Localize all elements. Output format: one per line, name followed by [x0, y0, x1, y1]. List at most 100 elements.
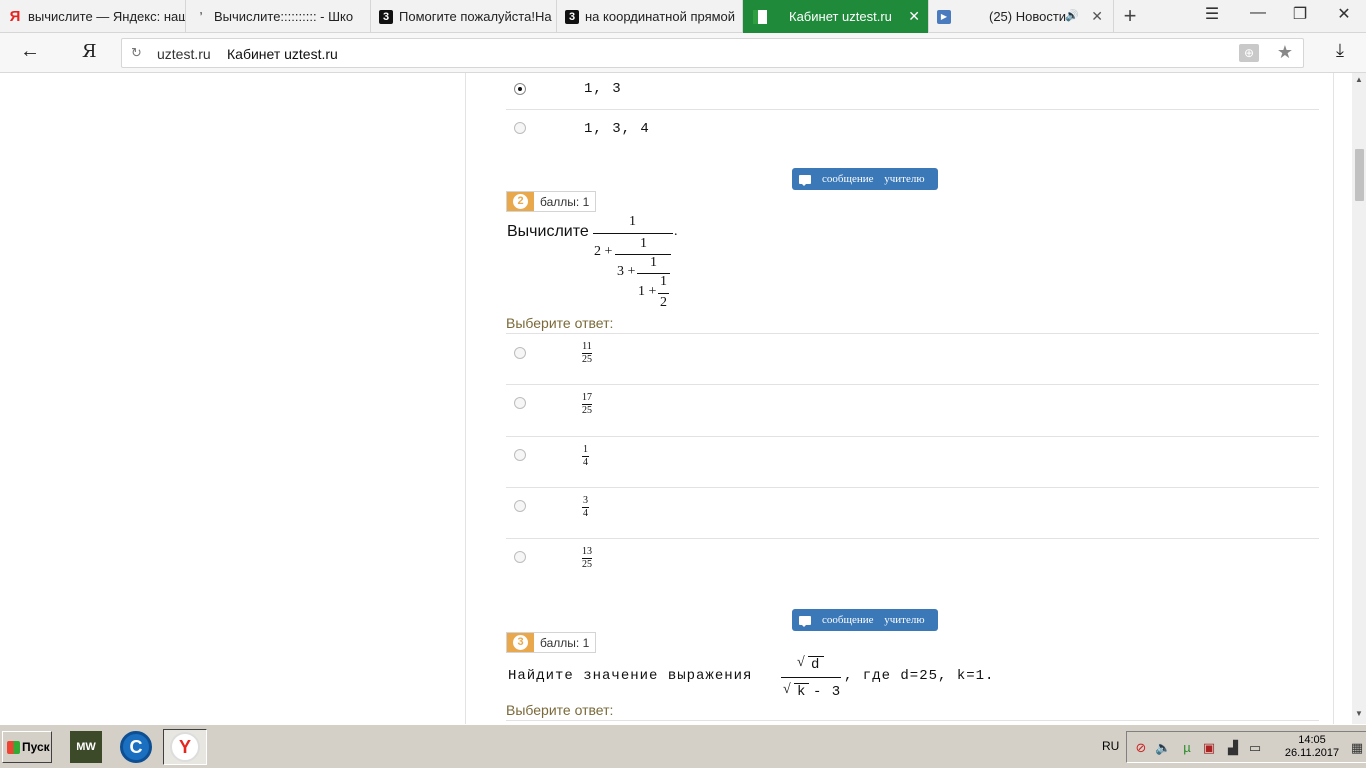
utorrent-icon[interactable]: µ	[1179, 740, 1195, 756]
volume-icon[interactable]: 🔈	[1155, 740, 1171, 756]
answer-fraction: 13 25	[582, 546, 592, 570]
show-desktop-icon[interactable]: ▦	[1349, 740, 1365, 756]
comment-icon	[799, 174, 811, 186]
system-tray: ⊘ 🔈 µ ▣ ▟ ▭ 14:05 26.11.2017 ▦	[1126, 731, 1366, 763]
windows-logo-icon	[7, 740, 20, 754]
start-label: Пуск	[22, 740, 50, 754]
tab-znanija-1[interactable]: ʼ Вычислите:::::::::: - Шко	[186, 0, 371, 33]
fraction-bar	[593, 233, 673, 234]
tab-znanija-3[interactable]: 3 на координатной прямой	[557, 0, 743, 33]
close-tab-icon[interactable]: ✕	[908, 8, 920, 25]
tab-yandex-search[interactable]: Я вычислите — Яндекс: нашл	[0, 0, 186, 33]
scroll-up-icon[interactable]: ▲	[1355, 75, 1363, 84]
language-indicator[interactable]: RU	[1102, 739, 1119, 753]
cf-numerator: 1	[650, 255, 657, 270]
question-header: 3 баллы: 1	[506, 632, 597, 653]
battery-icon[interactable]: ▭	[1247, 740, 1263, 756]
taskbar-app-yandex-browser[interactable]: Y	[163, 729, 207, 765]
navigation-bar: ← Я ↻ uztest.ru Кабинет uztest.ru ⊕ ★ ⤓	[0, 33, 1366, 73]
network-icon[interactable]: ▟	[1225, 740, 1241, 756]
answer-fraction: 11 25	[582, 341, 592, 365]
ccleaner-icon: C	[120, 731, 152, 763]
message-teacher-button[interactable]: сообщение учителю	[792, 609, 938, 631]
answer-option[interactable]: 17 25	[506, 385, 1319, 437]
answer-option[interactable]: 1, 3, 4	[506, 110, 1319, 148]
tab-uztest-active[interactable]: Кабинет uztest.ru ✕	[743, 0, 929, 33]
scroll-thumb[interactable]	[1355, 149, 1364, 201]
question-condition: , где d=25, k=1.	[844, 668, 995, 684]
radio-button[interactable]	[514, 449, 526, 461]
translate-icon[interactable]: ⊕	[1239, 44, 1259, 62]
cf-term: 2 +	[594, 244, 613, 259]
question-header: 2 баллы: 1	[506, 191, 597, 212]
sqrt-symbol: √	[783, 682, 791, 697]
question-text: Вычислите	[507, 223, 589, 240]
content-border	[465, 73, 466, 724]
radio-button[interactable]	[514, 122, 526, 134]
taskbar-app-mw[interactable]: MW	[64, 729, 108, 765]
radio-selected[interactable]	[514, 83, 526, 95]
radio-button[interactable]	[514, 500, 526, 512]
sqrt-radicand: k	[797, 684, 807, 700]
reload-icon[interactable]: ↻	[131, 45, 142, 61]
uztest-icon	[753, 9, 767, 24]
answer-fraction: 34	[582, 495, 589, 519]
choose-answer-label: Выберите ответ:	[506, 702, 614, 718]
divider	[506, 720, 1319, 721]
question-text: Найдите значение выражения	[508, 668, 753, 684]
page-scrollbar[interactable]: ▲ ▼	[1352, 73, 1366, 724]
tab-label: вычислите — Яндекс: нашл	[28, 9, 185, 24]
minimize-icon[interactable]: —	[1244, 4, 1272, 22]
speaker-icon[interactable]: 🔊	[1065, 9, 1079, 22]
cf-numerator: 1	[660, 274, 667, 289]
cf-dot: .	[674, 224, 678, 239]
tab-label: Помогите пожалуйста!На	[399, 9, 552, 24]
clock-time: 14:05	[1298, 734, 1326, 746]
answer-option[interactable]: 34	[506, 488, 1319, 539]
address-bar[interactable]: ↻ uztest.ru Кабинет uztest.ru ⊕ ★	[121, 38, 1304, 68]
menu-icon[interactable]: ☰	[1198, 4, 1226, 24]
url-domain: uztest.ru	[157, 46, 211, 62]
yandex-browser-icon: Y	[170, 732, 200, 762]
choose-answer-label: Выберите ответ:	[506, 315, 614, 331]
answer-fraction: 17 25	[582, 392, 592, 416]
message-teacher-label: сообщение учителю	[822, 614, 925, 626]
radio-button[interactable]	[514, 347, 526, 359]
antivirus-icon[interactable]: ⊘	[1133, 740, 1149, 756]
radio-button[interactable]	[514, 551, 526, 563]
answer-option[interactable]: 14	[506, 437, 1319, 488]
tab-news[interactable]: ▶ (25) Новости 🔊 ✕	[929, 0, 1114, 33]
answer-option[interactable]: 11 25	[506, 333, 1319, 385]
close-window-icon[interactable]: ✕	[1330, 4, 1358, 24]
fraction-bar	[658, 293, 669, 294]
znanija-icon: ʼ	[199, 10, 203, 23]
fraction-bar	[781, 677, 841, 678]
video-icon: ▶	[937, 9, 951, 24]
tab-label: (25) Новости	[989, 9, 1067, 24]
download-icon[interactable]: ⤓	[1336, 40, 1344, 61]
clock[interactable]: 14:05 26.11.2017	[1283, 734, 1341, 760]
content-border	[1333, 73, 1334, 724]
radio-button[interactable]	[514, 397, 526, 409]
answer-text: 1, 3	[584, 81, 622, 97]
message-teacher-button[interactable]: сообщение учителю	[792, 168, 938, 190]
answer-option[interactable]: 1, 3	[506, 73, 1319, 110]
question-number-badge: 2	[507, 192, 534, 211]
restore-icon[interactable]: ❐	[1286, 4, 1314, 24]
scroll-down-icon[interactable]: ▼	[1355, 709, 1363, 718]
yandex-home-icon[interactable]: Я	[82, 41, 97, 62]
close-tab-icon[interactable]: ✕	[1091, 8, 1103, 25]
cf-term: 3 +	[617, 264, 636, 279]
bookmark-star-icon[interactable]: ★	[1277, 42, 1293, 63]
back-arrow-icon[interactable]: ←	[20, 40, 40, 63]
answer-text: 1, 3, 4	[584, 121, 650, 137]
message-teacher-label: сообщение учителю	[822, 173, 925, 185]
znanija-3-icon: 3	[379, 9, 393, 24]
new-tab-button[interactable]: +	[1118, 3, 1142, 29]
answer-option[interactable]: 13 25	[506, 539, 1319, 579]
start-button[interactable]: Пуск	[2, 731, 52, 763]
tab-label: Вычислите:::::::::: - Шко	[214, 9, 354, 24]
tray-app-icon[interactable]: ▣	[1201, 740, 1217, 756]
taskbar-app-ccleaner[interactable]: C	[114, 729, 158, 765]
tab-znanija-2[interactable]: 3 Помогите пожалуйста!На	[371, 0, 557, 33]
